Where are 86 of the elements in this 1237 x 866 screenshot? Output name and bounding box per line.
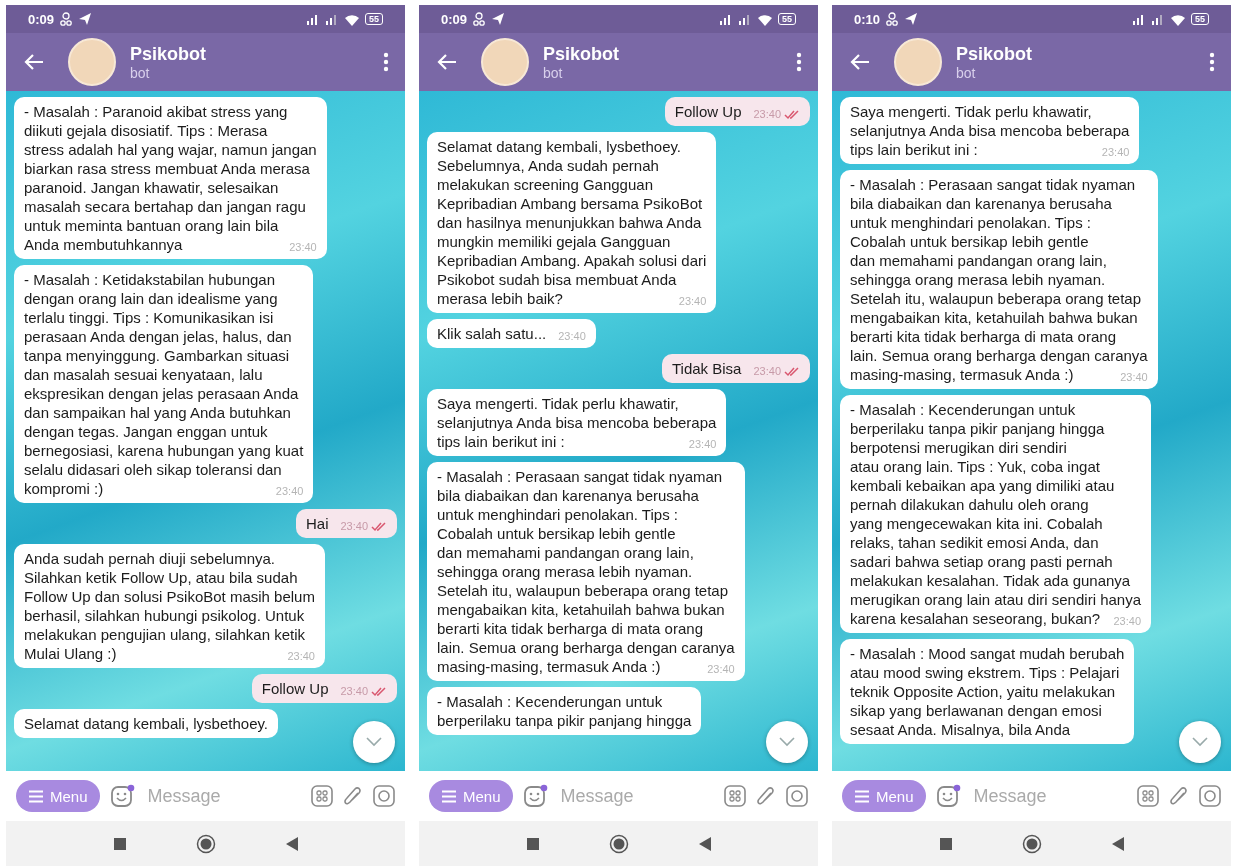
square-nav-icon[interactable] [113,837,126,850]
message-bubble: Follow Up 23:40 [664,97,810,126]
message-bubble: Anda sudah pernah diuji sebelumnya. Silahkan ketik Follow Up, atau bila sudah Follow Up dan solusi PsikoBot masih belum berhasil, silahkan hubungi psikolog. Untuk melakukan pengujian ulang, silahkan ketik Mulai Ulang :) 23:40 [14,544,325,668]
message-bubble: - Masalah : Paranoid akibat stress yang diikuti gejala disosiatif. Tips : Merasa stress adalah hal yang wajar, namun jangan biarkan rasa stress membuat Anda merasa paranoid. Jangan khawatir, selesaikan masalah secara bertahap dan jangan ragu untuk meminta bantuan orang lain bila Anda membutuhkannya 23:40 [14,97,327,259]
clock-text: 0:09 [28,11,55,27]
back-triangle-icon[interactable] [285,836,298,851]
sticker-icon[interactable] [935,784,962,808]
message-bubble: Selamat datang kembali, lysbethoey. Sebelumnya, Anda sudah pernah melakukan screening Gangguan Kepribadian Ambang bersama PsikoBot dan hasilnya menunjukkan bahwa Anda mungkin memiliki gejala Gangguan Kepribadian Ambang. Apakah solusi dari Psikobot sudah bisa membuat Anda merasa lebih baik? 23:40 [427,132,717,313]
avatar[interactable] [894,38,942,86]
figure-icon [59,12,74,26]
camera-icon[interactable] [786,785,808,807]
message-bubble: Selamat datang kembali, lysbethoey. [14,709,279,738]
signal-icon [306,13,320,25]
chevron-down-icon [366,737,382,747]
paperclip-icon[interactable] [343,785,363,807]
battery-indicator: 55 [778,13,796,25]
square-nav-icon[interactable] [939,837,952,850]
paper-plane-icon [78,12,93,26]
figure-icon [885,12,900,26]
paperclip-icon[interactable] [1169,785,1189,807]
message-bubble: - Masalah : Kecenderungan untuk berperilaku tanpa pikir panjang hingga [427,687,702,735]
avatar[interactable] [68,38,116,86]
back-triangle-icon[interactable] [1111,836,1124,851]
more-options-icon[interactable] [1209,52,1215,72]
message-bubble: - Masalah : Ketidakstabilan hubungan dengan orang lain dan idealisme yang terlalu tinggi. Tips : Komunikasikan isi perasaan Anda dengan jelas, halus, dan tanpa menyinggung. Gambarkan situasi dan masalah sesuai kenyataan, lalu ekspresikan dengan jelas perasaan Anda dan sampaikan hal yang Anda butuhkan dengan tegas. Jangan enggan untuk bernegosiasi, karena hubungan yang kuat selalu didasari oleh sikap toleransi dan kompromi :) 23:40 [14,265,314,503]
menu-button[interactable]: Menu [842,780,926,812]
back-arrow-icon[interactable] [437,53,457,71]
grid-icon[interactable] [1137,785,1159,807]
sticker-icon[interactable] [522,784,549,808]
clock-text: 0:09 [441,11,468,27]
figure-icon [472,12,487,26]
chat-subtitle: bot [543,64,564,81]
scroll-down-button[interactable] [353,721,395,763]
menu-button[interactable]: Menu [429,780,513,812]
more-options-icon[interactable] [383,52,389,72]
home-icon[interactable] [1021,833,1042,854]
back-arrow-icon[interactable] [24,53,44,71]
message-bubble: Klik salah satu... 23:40 [427,319,596,348]
signal-icon [325,13,339,25]
back-arrow-icon[interactable] [850,53,870,71]
menu-icon [441,789,457,803]
message-bubble: Hai 23:40 [295,509,397,538]
home-icon[interactable] [195,833,216,854]
scroll-down-button[interactable] [766,721,808,763]
clock-text: 0:10 [854,11,881,27]
chat-subtitle: bot [956,64,977,81]
chat-title: Psikobot [956,43,1033,65]
message-bubble: - Masalah : Perasaan sangat tidak nyaman bila diabaikan dan karenanya berusaha untuk menghindari penolakan. Tips : Cobalah untuk bersikap lebih gentle dan memahami pandangan orang lain, sehingga orang merasa lebih nyaman. Setelah itu, walaupun beberapa orang tetap mengabaikan kita, ketahuilah bahwa bukan berarti kita tidak berharga di mata orang lain. Semua orang berharga dengan caranya masing-masing, termasuk Anda :) 23:40 [840,170,1158,389]
menu-icon [28,789,44,803]
sticker-icon[interactable] [109,784,136,808]
message-bubble: Tidak Bisa 23:40 [662,354,810,383]
menu-button[interactable]: Menu [16,780,100,812]
scroll-down-button[interactable] [1179,721,1221,763]
grid-icon[interactable] [311,785,333,807]
signal-icon [1132,13,1146,25]
more-options-icon[interactable] [796,52,802,72]
signal-icon [738,13,752,25]
wifi-icon [757,12,773,26]
signal-icon [1151,13,1165,25]
message-bubble: Follow Up 23:40 [251,674,397,703]
wifi-icon [1170,12,1186,26]
message-bubble: - Masalah : Mood sangat mudah berubah atau mood swing ekstrem. Tips : Pelajari teknik Opposite Action, yaitu melakukan sikap yang berlawanan dengan emosi sesaat Anda. Misalnya, bila Anda [840,639,1135,744]
message-bubble: Saya mengerti. Tidak perlu khawatir, selanjutnya Anda bisa mencoba beberapa tips lain berikut ini : 23:40 [840,97,1140,164]
chevron-down-icon [779,737,795,747]
message-bubble: - Masalah : Perasaan sangat tidak nyaman bila diabaikan dan karenanya berusaha untuk menghindari penolakan. Tips : Cobalah untuk bersikap lebih gentle dan memahami pandangan orang lain, sehingga orang merasa lebih nyaman. Setelah itu, walaupun beberapa orang tetap mengabaikan kita, ketahuilah bahwa bukan berarti kita tidak berharga di mata orang lain. Semua orang berharga dengan caranya masing-masing, termasuk Anda :) 23:40 [427,462,745,681]
menu-icon [854,789,870,803]
chat-subtitle: bot [130,64,151,81]
message-bubble: - Masalah : Kecenderungan untuk berperilaku tanpa pikir panjang hingga berpotensi merugikan diri sendiri atau orang lain. Tips : Yuk, coba ingat kembali kebaikan apa yang dimiliki atau pernah dilakukan dahulu oleh orang yang mengecewakan kita ini. Cobalah relaks, tahan sedikit emosi Anda, dan sadari bahwa setiap orang pasti pernah melakukan kesalahan. Tidak ada gunanya merugikan orang lain atau diri sendiri hanya karena kesalahan seseorang, bukan? 23:40 [840,395,1151,633]
message-bubble: Saya mengerti. Tidak perlu khawatir, selanjutnya Anda bisa mencoba beberapa tips lain berikut ini : 23:40 [427,389,727,456]
battery-indicator: 55 [365,13,383,25]
grid-icon[interactable] [724,785,746,807]
square-nav-icon[interactable] [526,837,539,850]
signal-icon [719,13,733,25]
avatar[interactable] [481,38,529,86]
paper-plane-icon [491,12,506,26]
camera-icon[interactable] [373,785,395,807]
chat-title: Psikobot [543,43,620,65]
chevron-down-icon [1192,737,1208,747]
battery-indicator: 55 [1191,13,1209,25]
camera-icon[interactable] [1199,785,1221,807]
paperclip-icon[interactable] [756,785,776,807]
chat-title: Psikobot [130,43,207,65]
paper-plane-icon [904,12,919,26]
wifi-icon [344,12,360,26]
home-icon[interactable] [608,833,629,854]
back-triangle-icon[interactable] [698,836,711,851]
